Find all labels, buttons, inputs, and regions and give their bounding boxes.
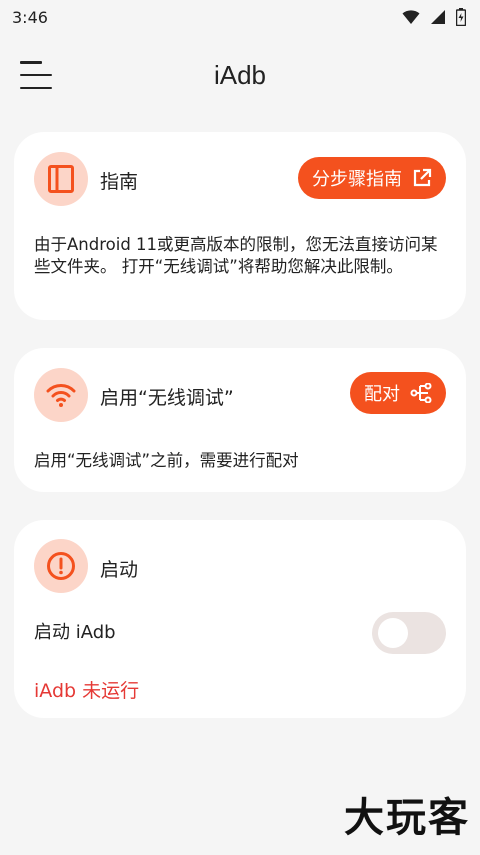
wifi-icon-badge [34, 368, 88, 422]
start-iadb-toggle[interactable] [372, 612, 446, 654]
guide-title: 指南 [100, 171, 139, 193]
status-icons [402, 8, 466, 26]
guide-card: 指南 分步骤指南 由于Android 11或更高版本的限制，您无法直接访问某些文… [14, 132, 466, 320]
step-guide-button[interactable]: 分步骤指南 [298, 157, 446, 199]
wireless-debug-title: 启用“无线调试” [100, 387, 234, 409]
toggle-knob [378, 618, 408, 648]
watermark-logo: 大玩客 [344, 795, 470, 841]
battery-icon [456, 8, 466, 26]
step-guide-label: 分步骤指南 [312, 169, 402, 190]
wireless-debug-card: 启用“无线调试” 配对 启用“无线调试”之前，需要进行配对 [14, 348, 466, 492]
wifi-icon [402, 10, 420, 24]
alert-icon-badge [34, 539, 88, 593]
wireless-debug-description: 启用“无线调试”之前，需要进行配对 [34, 451, 299, 470]
start-card: 启动 启动 iAdb iAdb 未运行 [14, 520, 466, 718]
status-time: 3:46 [12, 7, 48, 27]
app-title: iAdb [213, 60, 267, 90]
external-link-icon [413, 168, 432, 187]
wifi-icon [46, 384, 76, 407]
app-bar: iAdb [0, 48, 480, 104]
pair-label: 配对 [364, 384, 400, 405]
guide-description: 由于Android 11或更高版本的限制，您无法直接访问某些文件夹。 打开“无线… [34, 235, 438, 276]
share-nodes-icon [410, 383, 432, 403]
guide-icon-badge [34, 152, 88, 206]
run-status-text: iAdb 未运行 [34, 680, 140, 702]
pair-button[interactable]: 配对 [350, 372, 446, 414]
start-title: 启动 [100, 559, 139, 581]
alert-circle-icon [47, 552, 75, 580]
signal-icon [431, 10, 445, 24]
status-bar: 3:46 [0, 0, 480, 34]
book-icon [48, 165, 74, 193]
